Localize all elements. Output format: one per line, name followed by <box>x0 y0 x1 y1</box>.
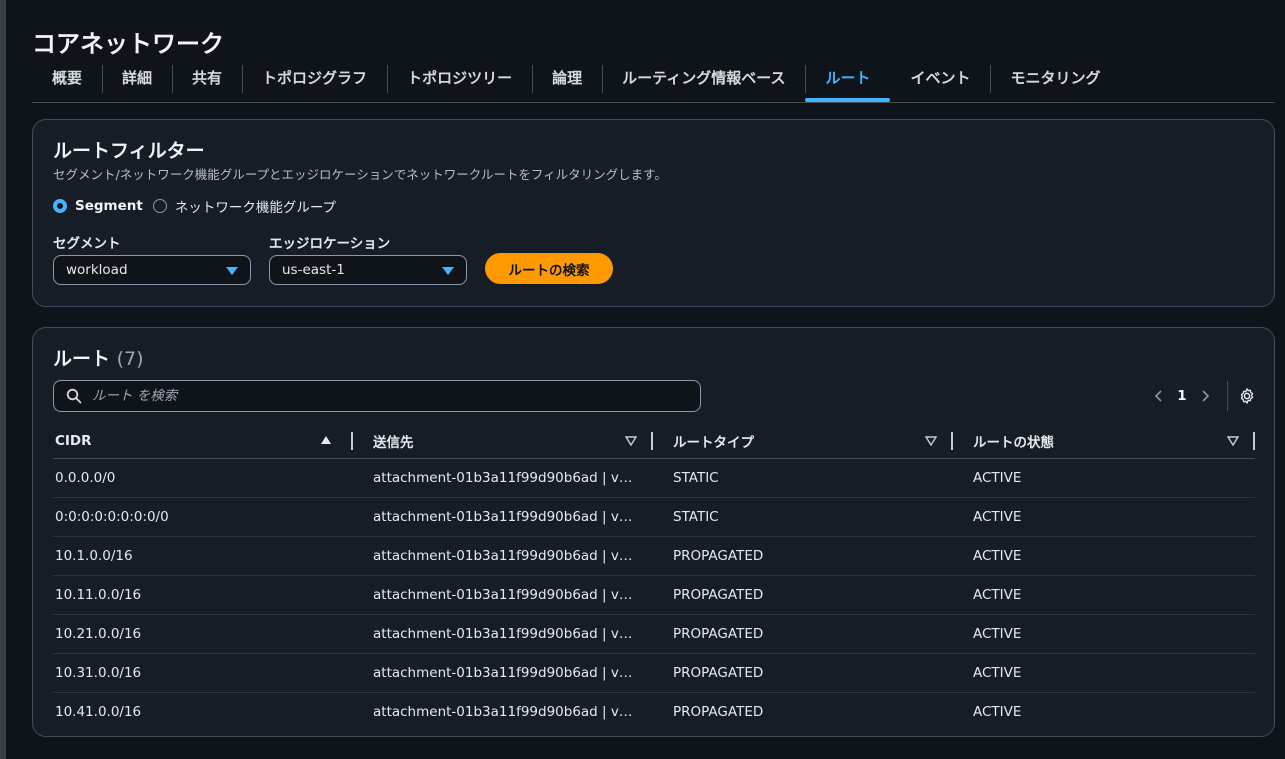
tab-monitoring[interactable]: モニタリング <box>990 62 1120 98</box>
cell-cidr: 0.0.0.0/0 <box>53 458 353 498</box>
cell-route-state: ACTIVE <box>953 497 1255 537</box>
edge-location-label: エッジロケーション <box>269 236 391 252</box>
edge-location-select[interactable]: us-east-1 <box>269 255 467 285</box>
column-header-destination[interactable]: 送信先 <box>353 424 653 459</box>
pagination: 1 <box>1147 380 1256 412</box>
cell-destination: attachment-01b3a11f99d90b6ad | vpc-0exam… <box>353 653 653 693</box>
column-header-label: CIDR <box>55 433 92 449</box>
cell-cidr: 10.21.0.0/16 <box>53 614 353 654</box>
table-header-row: CIDR 送信先 ルートタイプ ルートの状態 <box>53 424 1255 459</box>
chevron-left-icon <box>1154 390 1162 402</box>
segment-label: セグメント <box>53 236 121 252</box>
tab-events[interactable]: イベント <box>890 62 990 98</box>
route-filter-panel: ルートフィルター セグメント/ネットワーク機能グループとエッジロケーションでネッ… <box>32 119 1275 307</box>
search-routes-button[interactable]: ルートの検索 <box>485 253 613 284</box>
table-row: 10.21.0.0/16 attachment-01b3a11f99d90b6a… <box>53 614 1255 654</box>
cell-cidr: 10.41.0.0/16 <box>55 704 142 720</box>
segment-select[interactable]: workload <box>53 255 251 285</box>
column-header-cidr[interactable]: CIDR <box>53 424 353 459</box>
column-header-label: 送信先 <box>373 435 414 451</box>
column-header-route-type[interactable]: ルートタイプ <box>653 424 953 459</box>
routes-title-text: ルート <box>53 348 111 370</box>
cell-route-state: ACTIVE <box>953 653 1255 693</box>
cell-destination: attachment-01b3a11f99d90b6ad | vpc-0exam… <box>373 704 653 720</box>
route-filter-description: セグメント/ネットワーク機能グループとエッジロケーションでネットワークルートをフ… <box>53 167 667 182</box>
tab-logical[interactable]: 論理 <box>532 62 602 98</box>
edge-location-select-value: us-east-1 <box>282 262 345 278</box>
cell-route-type: PROPAGATED <box>673 704 764 720</box>
route-search-input[interactable] <box>90 387 674 405</box>
radio-network-function-group[interactable]: ネットワーク機能グループ <box>152 196 337 216</box>
tab-routing-information-base[interactable]: ルーティング情報ベース <box>602 62 805 98</box>
chevron-right-icon <box>1202 390 1210 402</box>
sort-descending-icon <box>925 436 937 446</box>
cell-route-state: ACTIVE <box>953 614 1255 654</box>
next-page-button[interactable] <box>1193 384 1217 408</box>
pagination-divider <box>1227 381 1228 411</box>
table-row: 10.1.0.0/16 attachment-01b3a11f99d90b6ad… <box>53 536 1255 576</box>
cell-destination: attachment-01b3a11f99d90b6ad | vpc-0exam… <box>353 575 653 615</box>
sort-ascending-icon <box>321 436 331 444</box>
radio-unchecked-icon <box>152 199 167 213</box>
tab-details[interactable]: 詳細 <box>102 62 172 98</box>
caret-down-icon <box>226 267 238 275</box>
cell-cidr: 10.11.0.0/16 <box>53 575 353 615</box>
route-search-box <box>53 380 701 412</box>
table-row: 0.0.0.0/0 attachment-01b3a11f99d90b6ad |… <box>53 458 1255 498</box>
prev-page-button[interactable] <box>1147 384 1171 408</box>
sort-descending-icon <box>1227 436 1239 446</box>
segment-select-value: workload <box>66 262 128 278</box>
cell-route-type: PROPAGATED <box>653 575 953 615</box>
cell-route-state: ACTIVE <box>953 458 1255 498</box>
cell-cidr: 0:0:0:0:0:0:0:0/0 <box>53 497 353 537</box>
left-rail <box>0 0 6 759</box>
cell-destination: attachment-01b3a11f99d90b6ad | vpc-0exam… <box>353 614 653 654</box>
filter-type-radio-group: Segment ネットワーク機能グループ <box>53 196 346 216</box>
table-row: 0:0:0:0:0:0:0:0/0 attachment-01b3a11f99d… <box>53 497 1255 537</box>
cell-route-type: PROPAGATED <box>653 653 953 693</box>
page-title: コアネットワーク <box>32 30 224 58</box>
tab-bar: 概要 詳細 共有 トポロジグラフ トポロジツリー 論理 ルーティング情報ベース … <box>32 62 1275 103</box>
cell-route-type: STATIC <box>653 497 953 537</box>
tab-topology-graph[interactable]: トポロジグラフ <box>242 62 387 98</box>
cell-cidr: 10.1.0.0/16 <box>53 536 353 576</box>
routes-title: ルート (7) <box>53 344 144 371</box>
cell-route-state: ACTIVE <box>973 704 1022 720</box>
tab-topology-tree[interactable]: トポロジツリー <box>387 62 532 98</box>
cell-cidr: 10.31.0.0/16 <box>53 653 353 693</box>
cell-route-state: ACTIVE <box>953 575 1255 615</box>
column-header-label: ルートの状態 <box>973 435 1054 451</box>
sort-descending-icon <box>625 436 637 446</box>
radio-nfg-label: ネットワーク機能グループ <box>174 200 337 216</box>
cell-route-type: STATIC <box>653 458 953 498</box>
routes-panel: ルート (7) 1 CIDR 送信先 ルートタイプ <box>32 327 1275 737</box>
routes-count: (7) <box>116 348 144 370</box>
column-header-label: ルートタイプ <box>673 435 754 451</box>
table-row: 10.41.0.0/16 attachment-01b3a11f99d90b6a… <box>53 693 1255 732</box>
routes-table: CIDR 送信先 ルートタイプ ルートの状態 0.0.0.0/0 attachm… <box>53 424 1255 731</box>
current-page-number[interactable]: 1 <box>1171 388 1193 404</box>
cell-destination: attachment-01b3a11f99d90b6ad | vpc-0exam… <box>353 536 653 576</box>
search-icon <box>66 388 82 404</box>
tab-routes[interactable]: ルート <box>805 62 891 102</box>
cell-route-type: PROPAGATED <box>653 536 953 576</box>
cell-route-state: ACTIVE <box>953 536 1255 576</box>
radio-segment[interactable]: Segment <box>53 198 143 214</box>
table-row: 10.11.0.0/16 attachment-01b3a11f99d90b6a… <box>53 575 1255 615</box>
cell-destination: attachment-01b3a11f99d90b6ad | vpc-0exam… <box>353 497 653 537</box>
settings-gear-icon[interactable] <box>1238 387 1256 405</box>
table-row: 10.31.0.0/16 attachment-01b3a11f99d90b6a… <box>53 653 1255 693</box>
tab-overview[interactable]: 概要 <box>32 62 102 98</box>
column-resizer[interactable] <box>1253 432 1255 450</box>
radio-segment-label: Segment <box>75 198 143 214</box>
caret-down-icon <box>442 267 454 275</box>
route-filter-title: ルートフィルター <box>53 140 205 162</box>
column-header-route-state[interactable]: ルートの状態 <box>953 424 1255 459</box>
cell-destination: attachment-01b3a11f99d90b6ad | vpc-0exam… <box>353 458 653 498</box>
radio-checked-icon <box>53 199 67 213</box>
tab-sharing[interactable]: 共有 <box>172 62 242 98</box>
cell-route-type: PROPAGATED <box>653 614 953 654</box>
